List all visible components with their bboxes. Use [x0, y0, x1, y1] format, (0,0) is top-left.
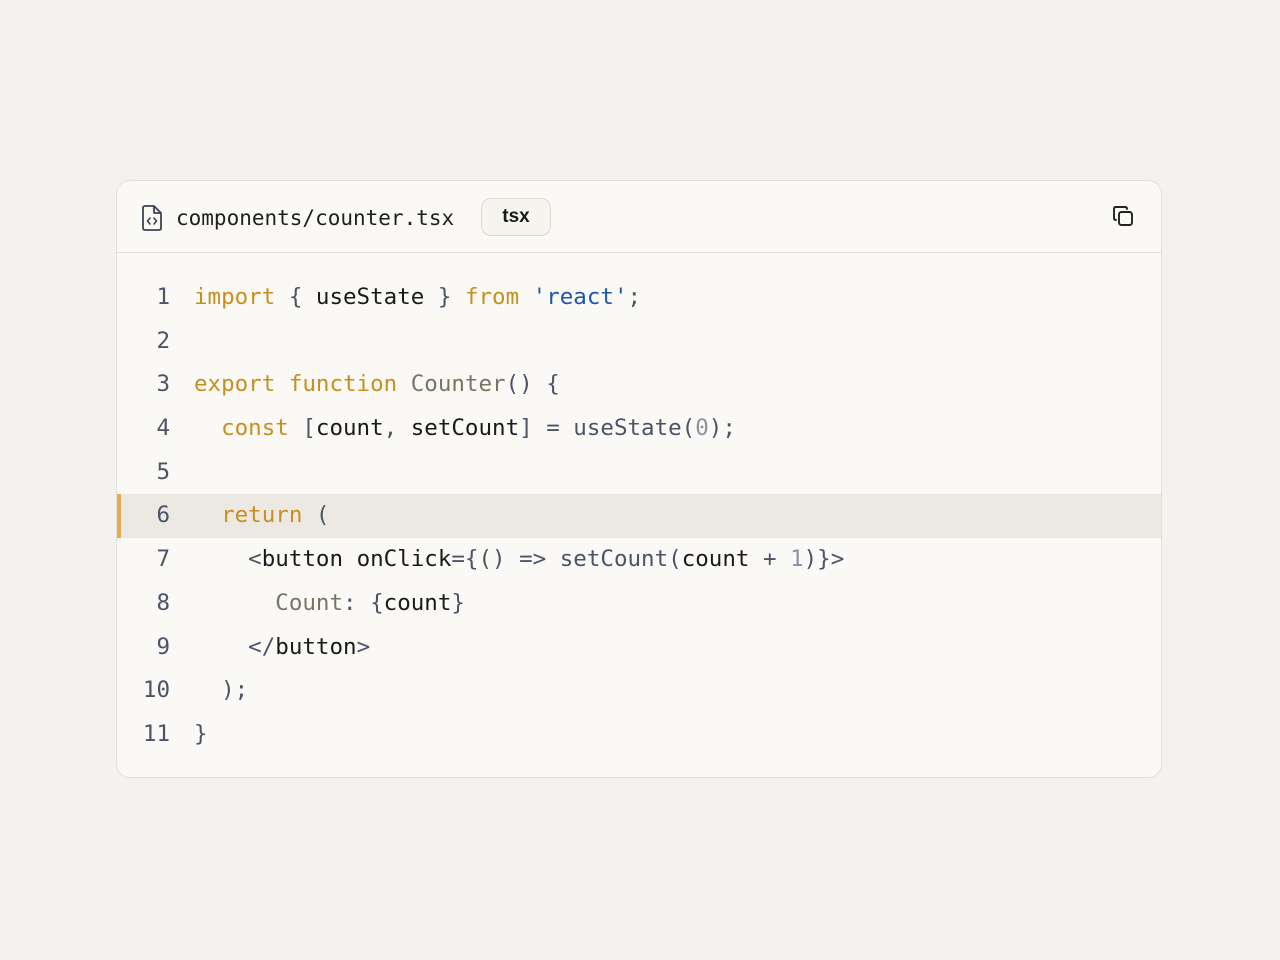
code-line: 8 Count: {count} — [117, 582, 1161, 626]
line-code: export function Counter() { — [194, 363, 560, 407]
code-body: 1 import { useState } from 'react'; 2 3 expo… — [117, 276, 1161, 757]
code-block-header: components/counter.tsx tsx — [117, 181, 1161, 253]
code-token: import — [194, 284, 276, 310]
code-token: onClick — [356, 546, 452, 573]
code-token: , — [383, 415, 411, 442]
line-code: </button> — [194, 626, 370, 670]
code-token: < — [194, 546, 262, 573]
code-token: </ — [194, 633, 276, 660]
code-line: 1 import { useState } from 'react'; — [117, 276, 1161, 320]
code-token: } — [194, 720, 208, 747]
code-token: )}> — [803, 546, 845, 573]
code-token: 1 — [790, 546, 804, 573]
line-number: 10 — [142, 677, 170, 704]
line-code: ); — [194, 669, 248, 713]
line-code: import { useState } from 'react'; — [194, 276, 641, 320]
line-number: 4 — [156, 415, 170, 442]
line-number: 2 — [156, 327, 170, 354]
code-token: export — [194, 371, 276, 398]
code-token: from — [464, 284, 520, 310]
code-token: Count — [275, 589, 344, 616]
code-token: count — [315, 415, 384, 442]
file-code-icon — [141, 205, 163, 231]
code-token: useState — [315, 284, 425, 310]
code-line: 11} — [117, 713, 1161, 757]
line-number: 1 — [156, 284, 170, 310]
code-token: ; — [627, 284, 642, 310]
code-line: 6 return ( — [117, 494, 1161, 539]
code-token: button — [275, 633, 357, 660]
code-token: } — [424, 284, 465, 310]
language-badge: tsx — [481, 198, 551, 236]
code-token: ={() => setCount( — [451, 546, 682, 573]
line-number: 9 — [156, 633, 170, 660]
code-token: setCount — [410, 415, 520, 442]
code-line: 7 <button onClick={() => setCount(count … — [117, 538, 1161, 582]
code-line: 3 export function Counter() { — [117, 363, 1161, 407]
line-number: 11 — [142, 720, 170, 747]
code-token: count — [681, 546, 750, 573]
line-number: 7 — [156, 546, 170, 573]
line-code: Count: {count} — [194, 582, 465, 626]
line-number: 6 — [156, 502, 170, 529]
code-token: : { — [343, 589, 384, 616]
code-token: ] = useState( — [519, 415, 696, 442]
code-token: count — [383, 589, 452, 616]
line-code: } — [194, 713, 208, 757]
code-token: + — [749, 546, 791, 573]
code-line: 4 const [count, setCount] = useState(0); — [117, 407, 1161, 451]
line-number: 3 — [156, 371, 170, 398]
code-line: 2 — [117, 320, 1161, 364]
code-line: 10 ); — [117, 669, 1161, 713]
code-token: return — [221, 502, 303, 529]
code-block: components/counter.tsx tsx 1 import { use… — [116, 180, 1162, 778]
code-line: 5 — [117, 451, 1161, 495]
code-token: ( — [302, 502, 330, 529]
line-number: 5 — [156, 458, 170, 485]
line-code: return ( — [194, 494, 329, 538]
file-name: components/counter.tsx — [176, 206, 455, 230]
line-number: 8 — [156, 589, 170, 616]
code-token: [ — [288, 415, 316, 442]
code-token: { — [275, 284, 316, 310]
code-token: > — [356, 633, 371, 660]
line-code: <button onClick={() => setCount(count + … — [194, 538, 844, 582]
code-token: function — [288, 371, 398, 398]
line-code: const [count, setCount] = useState(0); — [194, 407, 736, 451]
code-token: Counter — [410, 371, 506, 398]
code-token: ); — [194, 677, 249, 704]
copy-icon — [1111, 204, 1135, 233]
copy-button[interactable] — [1109, 204, 1137, 232]
code-token: button — [261, 546, 344, 573]
code-token: const — [221, 415, 289, 442]
code-token: () { — [505, 371, 560, 398]
code-token: ); — [708, 415, 736, 442]
code-token: } — [451, 589, 465, 616]
code-token: 'react' — [532, 284, 628, 310]
code-line: 9 </button> — [117, 626, 1161, 670]
code-token: 0 — [695, 415, 709, 442]
